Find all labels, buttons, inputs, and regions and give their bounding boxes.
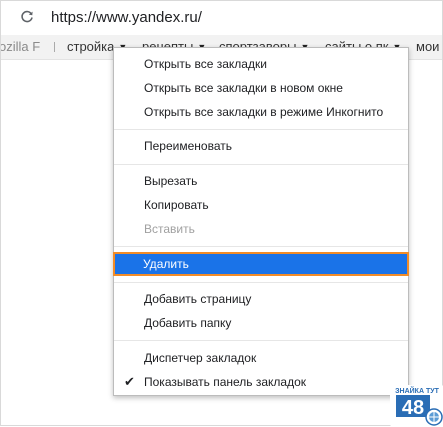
bookmark-label: ozilla F	[1, 39, 41, 54]
menu-item-delete[interactable]: Удалить	[113, 252, 409, 276]
menu-item-label: Вставить	[144, 222, 195, 236]
bookmark-label: стройка	[67, 39, 115, 54]
menu-separator	[114, 282, 408, 283]
menu-item-label: Открыть все закладки	[144, 57, 267, 71]
bookmark-context-menu: Открыть все закладки Открыть все закладк…	[113, 47, 409, 396]
reload-icon[interactable]	[20, 10, 34, 24]
menu-separator	[114, 164, 408, 165]
menu-item-cut[interactable]: Вырезать	[114, 169, 408, 193]
menu-item-open-all-new-window[interactable]: Открыть все закладки в новом окне	[114, 76, 408, 100]
menu-item-label: Открыть все закладки в режиме Инкогнито	[144, 105, 384, 119]
menu-item-label: Диспетчер закладок	[144, 351, 257, 365]
menu-item-copy[interactable]: Копировать	[114, 193, 408, 217]
menu-separator	[114, 246, 408, 247]
menu-item-label: Показывать панель закладок	[144, 375, 307, 389]
browser-window: https://www.yandex.ru/ ozilla F стройка▼…	[0, 0, 443, 427]
menu-item-label: Открыть все закладки в новом окне	[144, 81, 343, 95]
menu-item-label: Копировать	[144, 198, 209, 212]
address-bar-url[interactable]: https://www.yandex.ru/	[51, 9, 202, 26]
menu-item-show-bookmarks-bar[interactable]: ✔ Показывать панель закладок	[114, 370, 408, 394]
menu-item-label: Добавить страницу	[144, 292, 252, 306]
menu-separator	[114, 340, 408, 341]
menu-item-bookmark-manager[interactable]: Диспетчер закладок	[114, 346, 408, 370]
checkmark-icon: ✔	[124, 374, 135, 389]
menu-item-paste: Вставить	[114, 217, 408, 241]
svg-text:ЗНАЙКА ТУТ: ЗНАЙКА ТУТ	[395, 386, 439, 395]
menu-item-add-page[interactable]: Добавить страницу	[114, 287, 408, 311]
menu-item-label: Удалить	[143, 257, 189, 271]
bookmark-label: мои	[416, 39, 440, 54]
menu-item-open-all-incognito[interactable]: Открыть все закладки в режиме Инкогнито	[114, 100, 408, 124]
svg-text:48: 48	[402, 397, 424, 419]
watermark-logo: ЗНАЙКА ТУТ 48	[390, 385, 443, 427]
menu-item-add-folder[interactable]: Добавить папку	[114, 311, 408, 335]
bookmark-item[interactable]: ozilla F	[1, 39, 40, 54]
menu-item-label: Переименовать	[144, 139, 232, 153]
menu-item-label: Добавить папку	[144, 316, 232, 330]
menu-item-rename[interactable]: Переименовать	[114, 134, 408, 158]
menu-separator	[114, 129, 408, 130]
menu-item-label: Вырезать	[144, 174, 198, 188]
bookmark-folder-moi[interactable]: мои	[416, 39, 439, 54]
bookmark-separator	[54, 42, 58, 52]
menu-item-open-all[interactable]: Открыть все закладки	[114, 52, 408, 76]
omnibox-row: https://www.yandex.ru/	[1, 1, 442, 35]
